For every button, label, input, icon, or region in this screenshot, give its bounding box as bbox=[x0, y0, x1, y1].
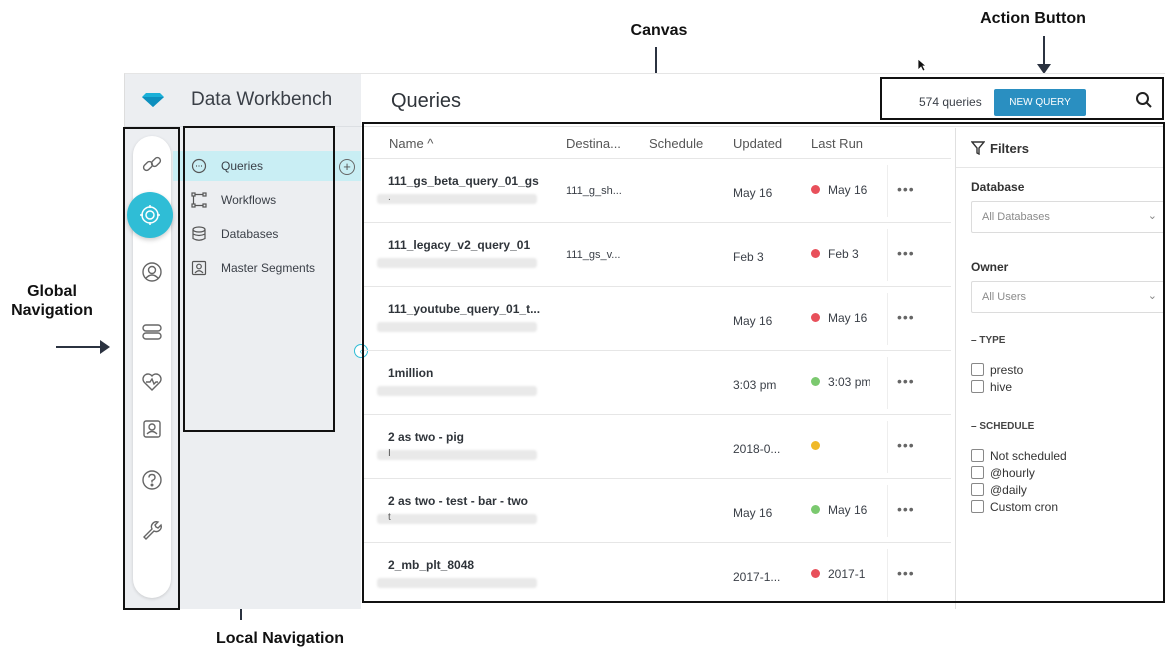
global-nav-highlight bbox=[123, 127, 180, 610]
action-button-annotation: Action Button bbox=[980, 10, 1086, 27]
diamond-logo-icon bbox=[142, 93, 164, 107]
cursor-icon bbox=[917, 58, 927, 72]
canvas-highlight bbox=[362, 122, 1165, 603]
local-nav-highlight bbox=[183, 126, 335, 432]
brand-bar: Data Workbench bbox=[125, 74, 361, 127]
action-arrow bbox=[1043, 36, 1045, 66]
global-arrow bbox=[56, 346, 101, 348]
app-title: Data Workbench bbox=[191, 89, 333, 110]
local-navigation-annotation: Local Navigation bbox=[215, 630, 345, 647]
global-nav-annot-line1: Global bbox=[27, 283, 77, 300]
global-navigation-annotation: Global Navigation bbox=[2, 282, 102, 320]
global-arrowhead bbox=[100, 340, 110, 354]
page-title: Queries bbox=[391, 90, 462, 112]
global-nav-annot-line2: Navigation bbox=[11, 302, 93, 319]
canvas-annotation: Canvas bbox=[630, 22, 688, 39]
add-query-icon[interactable]: + bbox=[339, 159, 355, 175]
action-button-highlight bbox=[880, 77, 1164, 120]
